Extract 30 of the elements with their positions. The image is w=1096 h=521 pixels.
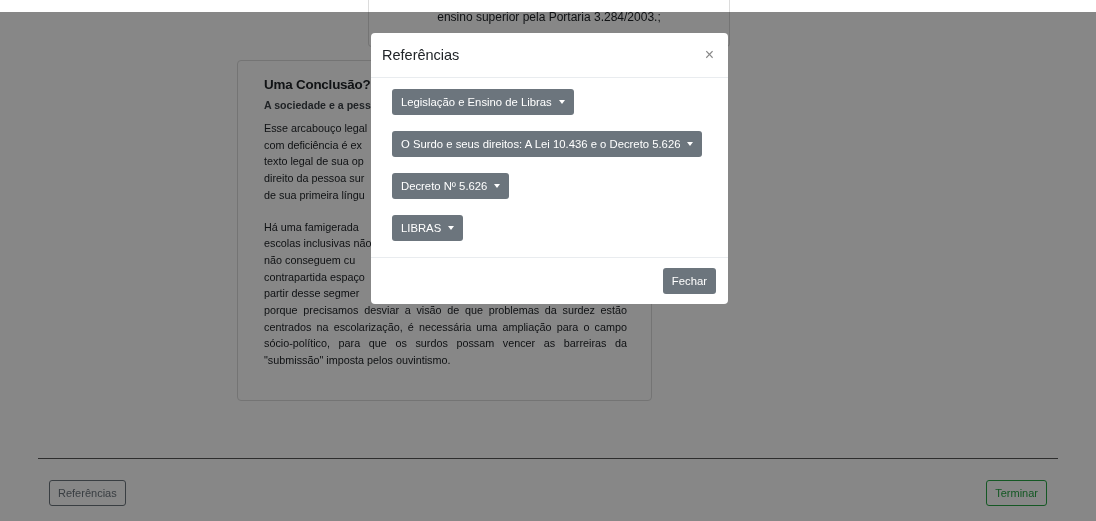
card-text: ensino superior pela Portaria 3.284/2003.;	[437, 10, 661, 26]
card-subtitle: A sociedade e a pess	[264, 99, 371, 111]
references-button[interactable]: Referências	[49, 480, 126, 506]
finish-button[interactable]: Terminar	[986, 480, 1047, 506]
text-line: direito da pessoa sur	[264, 171, 365, 187]
close-button[interactable]: ×	[702, 46, 716, 64]
text-line: sócio-político, para que os surdos possam vencer as barreiras da	[264, 336, 627, 352]
text-line: centrados na escolarização, é necessária uma ampliação para o campo	[264, 319, 627, 335]
text-line: Há uma famigerada	[264, 219, 359, 235]
dropdown-button[interactable]: Decreto Nº 5.626	[392, 173, 510, 199]
dropdown-button[interactable]: Legislação e Ensino de Libras	[392, 89, 574, 115]
caret-icon	[558, 100, 565, 104]
text-line: Esse arcabouço legal	[264, 121, 368, 136]
text-line: não conseguem cu	[264, 252, 356, 268]
dropdown-button[interactable]: LIBRAS	[392, 215, 464, 241]
caret-icon	[448, 226, 455, 230]
dropdown-button[interactable]: O Surdo e seus direitos: A Lei 10.436 e o Decreto 5.626	[392, 131, 703, 157]
caret-icon	[494, 184, 501, 188]
text-line: de sua primeira língu	[264, 187, 365, 203]
text-line: com deficiência é ex	[264, 137, 362, 153]
text-line: contrapartida espaço	[264, 269, 365, 285]
caret-icon	[687, 142, 694, 146]
card-title: Uma Conclusão?	[264, 77, 371, 92]
close-button[interactable]: Fechar	[662, 268, 716, 294]
text-line: "submissão" imposta pelos ouvintismo.	[264, 353, 451, 369]
modal-title: Referências	[382, 47, 460, 63]
text-line: escolas inclusivas não	[264, 236, 372, 252]
text-line: porque precisamos desviar a visão de que problemas da surdez estão	[264, 303, 627, 319]
text-line: partir desse segmer	[264, 286, 360, 302]
text-line: texto legal de sua op	[264, 154, 364, 170]
